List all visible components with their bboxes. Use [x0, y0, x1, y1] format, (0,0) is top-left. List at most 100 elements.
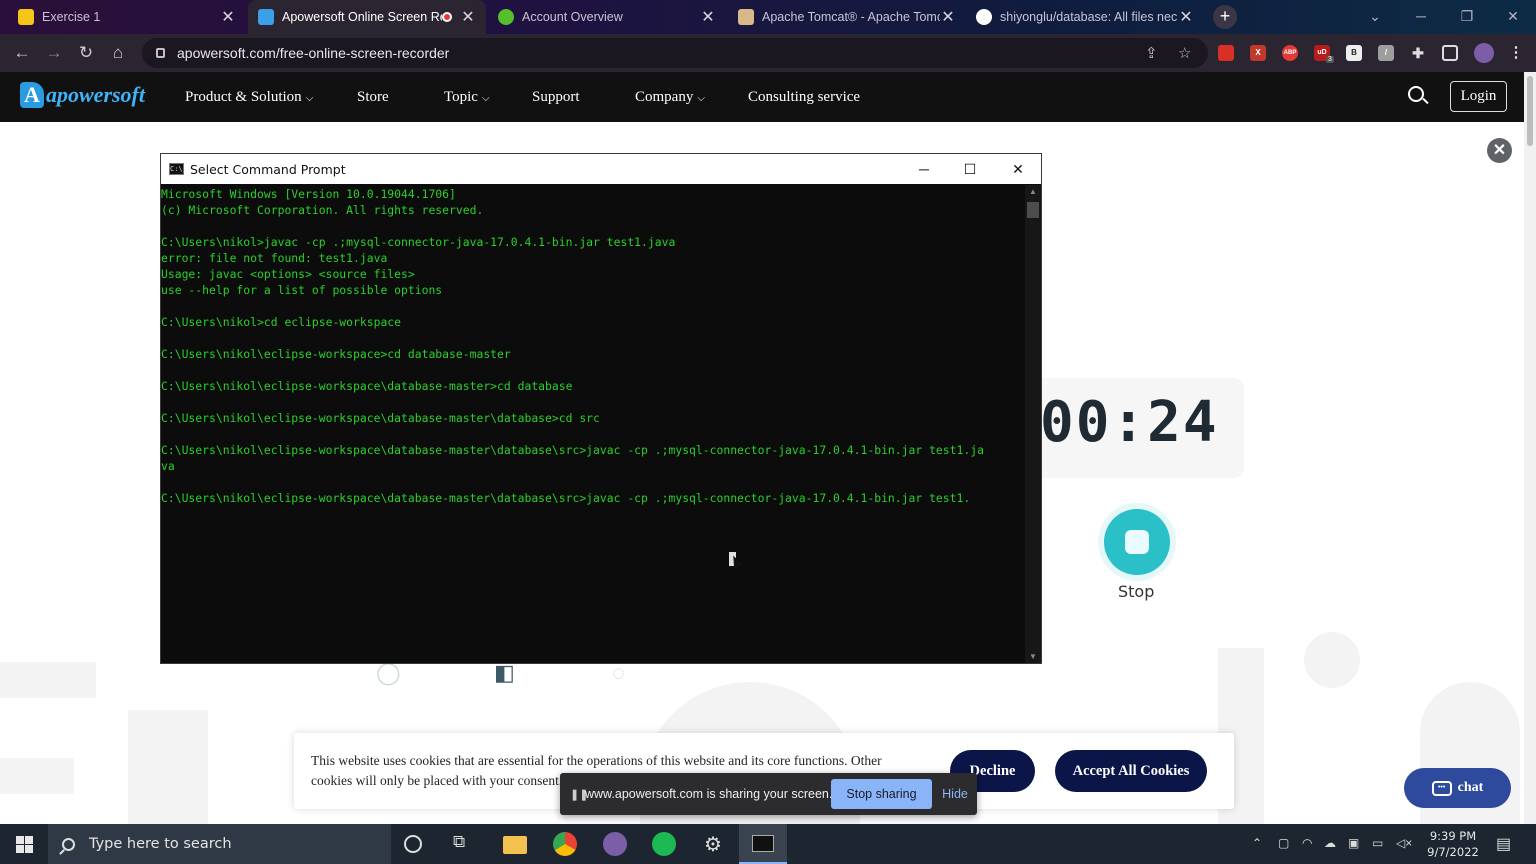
taskbar-search-box[interactable]: Type here to search	[48, 824, 391, 864]
github-icon	[976, 9, 992, 25]
close-recorder-icon[interactable]: ✕	[1487, 138, 1512, 163]
task-view-icon[interactable]: ⧉	[453, 832, 477, 856]
page-scrollbar[interactable]	[1524, 72, 1536, 824]
tab-title: Account Overview	[522, 10, 623, 24]
nav-product-solution[interactable]: Product & Solution ⌵	[185, 89, 313, 106]
cmd-line	[161, 394, 1025, 410]
login-button[interactable]: Login	[1450, 81, 1507, 112]
url-input[interactable]	[177, 45, 1077, 61]
recorder-app-icon[interactable]	[603, 832, 627, 856]
stop-recording-button[interactable]	[1104, 509, 1170, 575]
cmd-taskbar-button[interactable]	[739, 824, 787, 864]
share-icon[interactable]: ⇪	[1145, 44, 1158, 62]
ext-x-icon[interactable]: X	[1250, 45, 1266, 61]
tray-chevron-up-icon[interactable]: ⌃	[1252, 836, 1262, 850]
extensions-puzzle-icon[interactable]: ✚	[1410, 45, 1426, 61]
lock-icon	[156, 48, 165, 58]
chrome-icon[interactable]	[553, 832, 577, 856]
windows-start-icon[interactable]	[0, 824, 48, 864]
tray-device-icon[interactable]: ▢	[1278, 836, 1289, 850]
minimize-icon[interactable]: ─	[1398, 0, 1444, 34]
volume-muted-icon[interactable]: ◁×	[1396, 836, 1412, 850]
cmd-line: C:\Users\nikol\eclipse-workspace\databas…	[161, 443, 984, 457]
restore-icon[interactable]: ❐	[1444, 0, 1490, 34]
cmd-line: C:\Users\nikol>javac -cp .;mysql-connect…	[161, 235, 676, 249]
tab-favicon	[18, 9, 34, 25]
back-arrow-icon[interactable]: ←	[9, 40, 35, 66]
spotify-icon[interactable]	[652, 832, 676, 856]
nav-consulting-service[interactable]: Consulting service	[748, 89, 860, 106]
cmd-output[interactable]: Microsoft Windows [Version 10.0.19044.17…	[161, 185, 1025, 663]
cmd-line: C:\Users\nikol>cd eclipse-workspace	[161, 315, 402, 329]
tray-app-icon[interactable]: ▣	[1348, 836, 1359, 850]
stop-sharing-button[interactable]: Stop sharing	[831, 779, 932, 809]
taskbar-clock[interactable]: 9:39 PM 9/7/2022	[1420, 828, 1486, 860]
ext-b-icon[interactable]: B	[1346, 45, 1362, 61]
decorative-block	[1304, 632, 1360, 688]
address-bar[interactable]: ⇪ ☆	[142, 38, 1208, 68]
new-tab-button[interactable]: +	[1213, 5, 1237, 29]
tab-close-icon[interactable]: ✕	[940, 7, 956, 27]
file-explorer-icon[interactable]	[503, 836, 527, 854]
ublock-count-badge: 3	[1326, 56, 1334, 63]
scroll-up-icon[interactable]: ▲	[1025, 187, 1041, 196]
cortana-icon[interactable]	[404, 835, 422, 853]
forward-arrow-icon[interactable]: →	[41, 40, 67, 66]
nav-support[interactable]: Support	[532, 89, 580, 106]
site-header: Aapowersoft Product & Solution ⌵ Store To…	[0, 72, 1536, 122]
reload-icon[interactable]: ↻	[73, 40, 99, 66]
battery-icon[interactable]: ▭	[1372, 836, 1383, 850]
onedrive-cloud-icon[interactable]: ☁	[1324, 836, 1336, 850]
chevron-down-icon: ⌵	[305, 93, 314, 104]
tab-github-database[interactable]: shiyonglu/database: All files nec ✕	[966, 0, 1204, 34]
tray-wifi-icon[interactable]: ◠	[1302, 836, 1312, 850]
settings-gear-icon[interactable]: ⚙	[701, 832, 725, 856]
tab-apowersoft[interactable]: Apowersoft Online Screen Re ✕	[248, 0, 486, 34]
menu-dots-icon[interactable]: ⋮	[1508, 45, 1524, 61]
cmd-line: Usage: javac <options> <source files>	[161, 267, 415, 281]
chat-button[interactable]: ••• chat	[1404, 768, 1511, 808]
cmd-scrollbar[interactable]: ▲ ▼	[1025, 185, 1041, 663]
cmd-title-bar[interactable]: C:\ Select Command Prompt ─ ☐ ✕	[161, 154, 1041, 184]
ext-red-icon[interactable]	[1218, 45, 1234, 61]
clock-time: 9:39 PM	[1429, 829, 1477, 843]
ext-pencil-icon[interactable]: /	[1378, 45, 1394, 61]
tab-title: Exercise 1	[42, 10, 101, 24]
cmd-scroll-thumb[interactable]	[1027, 202, 1039, 218]
browser-toolbar: ← → ↻ ⌂ ⇪ ☆ X ABP uD 3 B / ✚ ⋮	[0, 34, 1536, 72]
hide-button[interactable]: Hide	[940, 779, 970, 809]
home-icon[interactable]: ⌂	[105, 40, 131, 66]
nav-company[interactable]: Company ⌵	[635, 89, 705, 106]
tab-exercise-1[interactable]: Exercise 1 ✕	[8, 0, 246, 34]
scroll-down-icon[interactable]: ▼	[1025, 652, 1041, 661]
nav-topic[interactable]: Topic ⌵	[444, 89, 490, 106]
cmd-minimize-icon[interactable]: ─	[901, 154, 947, 184]
screen-share-bar: ❚❚ www.apowersoft.com is sharing your sc…	[560, 773, 977, 815]
cmd-close-icon[interactable]: ✕	[995, 154, 1041, 184]
tab-close-icon[interactable]: ✕	[700, 7, 716, 27]
tab-close-icon[interactable]: ✕	[1178, 7, 1194, 27]
scrollbar-thumb[interactable]	[1527, 76, 1533, 146]
profile-avatar[interactable]	[1474, 43, 1494, 63]
taskbar-search-placeholder: Type here to search	[89, 836, 232, 852]
adblock-icon[interactable]: ABP	[1282, 45, 1298, 61]
tab-close-icon[interactable]: ✕	[220, 7, 236, 27]
cmd-maximize-icon[interactable]: ☐	[947, 154, 993, 184]
tab-search-chevron-icon[interactable]: ⌄	[1352, 0, 1398, 34]
side-panel-icon[interactable]	[1442, 45, 1458, 61]
tab-favicon	[498, 9, 514, 25]
accept-all-cookies-button[interactable]: Accept All Cookies	[1055, 750, 1207, 792]
bookmark-star-icon[interactable]: ☆	[1178, 44, 1191, 62]
cmd-taskbar-icon	[752, 835, 774, 852]
share-message: www.apowersoft.com is sharing your scree…	[585, 787, 833, 801]
close-window-icon[interactable]: ✕	[1490, 0, 1536, 34]
notification-icon[interactable]: ▤	[1496, 834, 1511, 854]
search-icon[interactable]	[1408, 86, 1424, 102]
command-prompt-window[interactable]: C:\ Select Command Prompt ─ ☐ ✕ Microsof…	[160, 153, 1042, 664]
tab-close-icon[interactable]: ✕	[460, 7, 476, 27]
tab-apache-tomcat[interactable]: Apache Tomcat® - Apache Tomc ✕	[728, 0, 966, 34]
tab-account-overview[interactable]: Account Overview ✕	[488, 0, 726, 34]
cmd-title: Select Command Prompt	[190, 161, 346, 177]
apowersoft-logo[interactable]: Aapowersoft	[20, 82, 145, 108]
nav-store[interactable]: Store	[357, 89, 389, 106]
